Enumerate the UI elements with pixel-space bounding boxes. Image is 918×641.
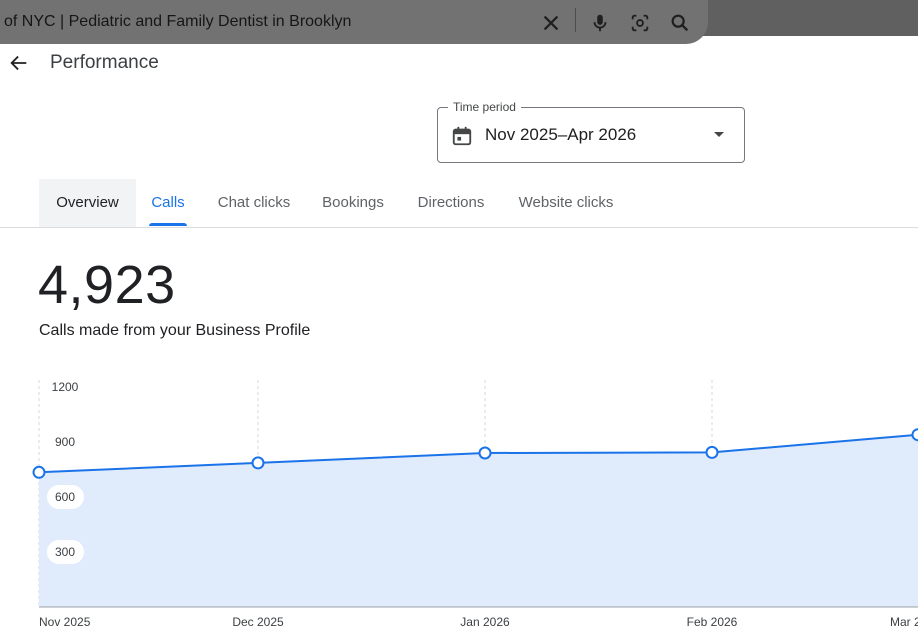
data-point (32, 465, 46, 479)
x-tick-label: Feb 2026 (687, 615, 738, 629)
time-period-value: Nov 2025–Apr 2026 (485, 125, 637, 144)
x-tick-label: Mar 2 (890, 615, 918, 629)
page-title: Performance (50, 52, 159, 73)
tab-bookings-label: Bookings (322, 194, 384, 211)
y-tick-label: 1200 (52, 380, 79, 394)
back-arrow-icon[interactable] (8, 52, 30, 74)
search-icon[interactable] (669, 12, 691, 34)
camera-search-icon[interactable] (629, 12, 651, 34)
metric-tabs: Overview Calls Chat clicks Bookings Dire… (0, 179, 918, 228)
data-point (251, 456, 265, 470)
data-point (705, 445, 719, 459)
microphone-icon[interactable] (589, 12, 611, 34)
series-area (39, 434, 918, 607)
calendar-icon (452, 126, 472, 146)
time-period-select[interactable]: Time period Nov 2025–Apr 2026 (437, 100, 745, 163)
tab-calls[interactable]: Calls (149, 179, 187, 227)
dropdown-caret-icon (714, 132, 724, 137)
data-point (478, 446, 492, 460)
metric-value: 4,923 (38, 255, 176, 315)
tab-website-clicks-label: Website clicks (518, 194, 614, 211)
active-tab-indicator (149, 223, 187, 226)
tab-directions[interactable]: Directions (411, 179, 491, 227)
tab-chat-clicks[interactable]: Chat clicks (211, 179, 297, 227)
tab-overview-label: Overview (56, 194, 119, 211)
y-tick-label: 600 (55, 490, 75, 504)
calls-chart: 300 600 900 1200 Nov 2025 Dec 2025 Jan 2026 Feb… (32, 380, 918, 629)
y-tick-label: 900 (55, 435, 75, 449)
tab-chat-clicks-label: Chat clicks (217, 194, 291, 211)
tab-overview[interactable]: Overview (39, 179, 136, 227)
y-tick-label: 300 (55, 545, 75, 559)
x-tick-label: Jan 2026 (460, 615, 510, 629)
time-period-label: Time period (448, 100, 521, 114)
close-icon[interactable] (540, 12, 562, 34)
data-point (911, 428, 918, 442)
tab-bookings[interactable]: Bookings (317, 179, 389, 227)
search-query-text[interactable]: of NYC | Pediatric and Family Dentist in… (4, 13, 351, 31)
x-tick-label: Dec 2025 (232, 615, 284, 629)
x-tick-label: Nov 2025 (39, 615, 91, 629)
metric-caption: Calls made from your Business Profile (39, 322, 311, 339)
tab-calls-label: Calls (151, 194, 185, 211)
browser-search-bar: of NYC | Pediatric and Family Dentist in… (0, 0, 918, 44)
search-bar-divider (575, 8, 576, 32)
tab-website-clicks[interactable]: Website clicks (512, 179, 620, 227)
tab-directions-label: Directions (417, 194, 485, 211)
